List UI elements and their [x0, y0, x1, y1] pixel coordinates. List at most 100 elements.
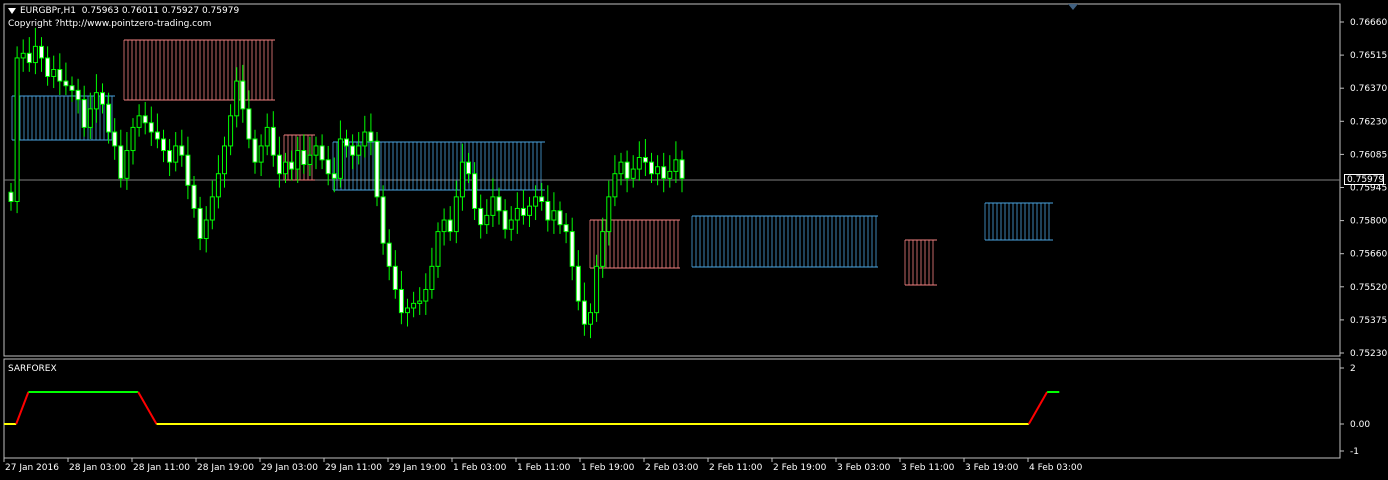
candle-body — [185, 154, 191, 186]
candle-body — [655, 166, 661, 175]
candle-body — [313, 145, 319, 156]
candle-body — [423, 288, 429, 302]
candle-body — [87, 108, 93, 128]
candle-body — [520, 207, 526, 216]
candle-body — [484, 214, 490, 226]
candle-body — [447, 219, 453, 233]
candle-body — [405, 307, 410, 314]
indicator-label: 0.00 — [1350, 420, 1370, 430]
candle-body — [368, 131, 374, 142]
candle-body — [319, 145, 325, 161]
candle-body — [142, 115, 148, 124]
candle-body — [276, 154, 282, 175]
candle-body — [228, 115, 234, 147]
candle-body — [301, 150, 307, 165]
candle-body — [258, 145, 264, 163]
candle-body — [203, 219, 209, 240]
shift-marker-icon[interactable] — [1068, 4, 1078, 10]
time-label: 1 Feb 19:00 — [581, 463, 635, 473]
candle-body — [197, 207, 203, 240]
candle-body — [20, 52, 26, 59]
price-label: 0.76660 — [1350, 18, 1387, 28]
candle-body — [441, 219, 447, 233]
candle-body — [191, 184, 197, 209]
candle-body — [673, 159, 679, 172]
candle-body — [472, 173, 478, 209]
price-label: 0.76085 — [1350, 150, 1387, 160]
candle-body — [26, 52, 32, 64]
time-label: 29 Jan 03:00 — [261, 463, 318, 473]
candle-body — [106, 103, 112, 133]
candle-body — [81, 99, 87, 128]
candle-body — [630, 168, 636, 179]
price-label: 0.75660 — [1350, 250, 1387, 260]
candle-body — [63, 80, 69, 87]
candle-body — [124, 150, 130, 179]
copyright-label: Copyright ?http://www.pointzero-trading.… — [8, 19, 212, 29]
time-label: 29 Jan 19:00 — [389, 463, 446, 473]
candle-body — [514, 207, 520, 221]
candle-body — [466, 161, 471, 175]
candle-body — [496, 196, 502, 212]
candle-body — [642, 157, 648, 163]
candle-body — [118, 145, 124, 179]
sar-segment-red — [15, 391, 30, 425]
candle-body — [337, 138, 343, 179]
candle-body — [502, 210, 508, 230]
candle-body — [307, 154, 313, 165]
candle-body — [252, 138, 258, 163]
candle-body — [161, 138, 166, 152]
candle-body — [350, 145, 356, 156]
price-label: 0.75800 — [1350, 217, 1387, 227]
candle-body — [240, 80, 246, 110]
candle-body — [435, 231, 441, 267]
candle-body — [148, 122, 154, 133]
candle-body — [386, 242, 392, 267]
candle-body — [636, 157, 642, 170]
candle-body — [344, 138, 349, 147]
candle-body — [533, 196, 539, 207]
candle-body — [411, 302, 417, 309]
candle-body — [246, 108, 252, 140]
candle-body — [136, 115, 142, 128]
time-label: 28 Jan 03:00 — [69, 463, 126, 473]
candle-body — [588, 312, 593, 325]
candle-body — [594, 265, 600, 314]
indicator-name: SARFOREX — [8, 364, 57, 374]
candle-body — [557, 210, 563, 226]
candle-body — [100, 92, 105, 105]
candle-body — [8, 191, 14, 202]
candle-body — [575, 265, 581, 302]
candle-body — [39, 45, 44, 59]
candle-body — [289, 161, 295, 170]
candle-body — [215, 173, 221, 198]
time-label: 29 Jan 11:00 — [325, 463, 382, 473]
candle-body — [398, 288, 404, 314]
candle-body — [167, 150, 173, 163]
chart-canvas[interactable]: 0.76660 0.76515 0.76370 0.76230 0.76085 0.759… — [0, 0, 1388, 480]
candle-body — [234, 80, 240, 117]
candle-body — [93, 92, 99, 110]
candle-body — [459, 161, 465, 198]
candle-body — [57, 69, 63, 82]
candle-body — [527, 205, 532, 216]
time-label: 28 Jan 11:00 — [133, 463, 190, 473]
candle-body — [179, 145, 185, 156]
candle-body — [545, 200, 551, 221]
candle-body — [362, 131, 368, 147]
candles — [8, 27, 685, 339]
candle-body — [331, 173, 337, 179]
candle-body — [569, 231, 575, 267]
sar-segment-red — [1027, 391, 1048, 425]
candle-body — [606, 196, 612, 233]
price-label: 0.76370 — [1350, 84, 1387, 94]
dropdown-triangle-icon[interactable] — [8, 7, 16, 14]
current-price-tag: 0.75979 — [1344, 174, 1384, 185]
time-label: 28 Jan 19:00 — [197, 463, 254, 473]
price-axis: 0.76660 0.76515 0.76370 0.76230 0.76085 0.759… — [1340, 18, 1387, 359]
price-label: 0.76230 — [1350, 117, 1387, 127]
candle-body — [508, 219, 514, 230]
candle-body — [478, 207, 484, 226]
price-label: 0.76515 — [1350, 51, 1387, 61]
candle-body — [539, 196, 545, 202]
